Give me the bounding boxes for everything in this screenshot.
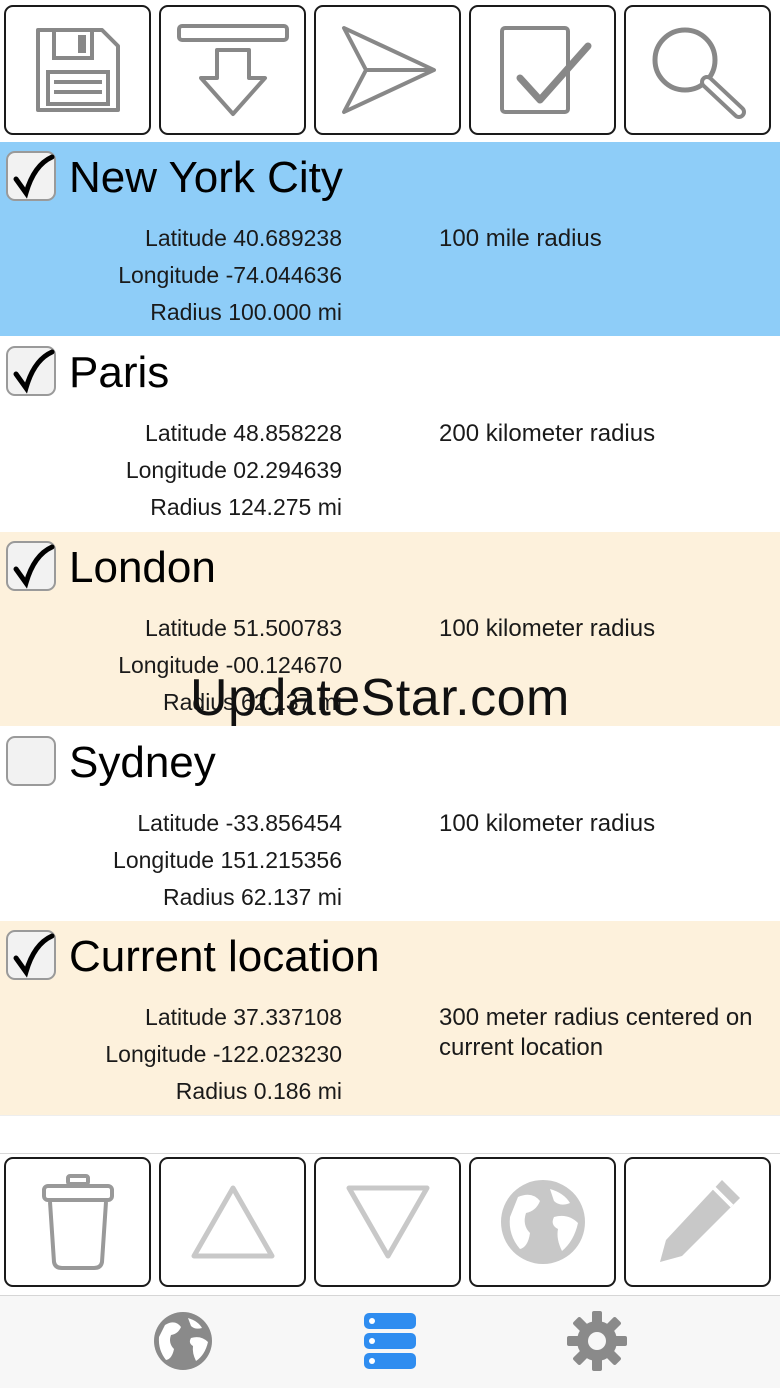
tab-map[interactable] [151, 1309, 215, 1373]
location-description: 200 kilometer radius [439, 420, 656, 447]
checkmark-icon [13, 544, 55, 589]
save-icon [35, 28, 120, 112]
latitude-text: Latitude -33.856454 [137, 810, 342, 836]
latitude-text: Latitude 40.689238 [145, 225, 342, 251]
location-name: London [69, 543, 216, 592]
tab-settings[interactable] [565, 1309, 629, 1373]
location-description: 300 meter radius centered on current loc… [439, 1004, 753, 1061]
location-row[interactable]: Sydney Latitude -33.856454 Longitude 151… [0, 727, 780, 921]
location-coords: Latitude 48.858228 Longitude 02.294639 R… [0, 415, 342, 526]
checkmark-icon [13, 154, 55, 199]
location-coords: Latitude -33.856454 Longitude 151.215356… [0, 805, 342, 916]
move-up-button[interactable] [159, 1157, 306, 1287]
radius-text: Radius 62.137 mi [163, 689, 342, 715]
checkmark-icon [13, 349, 55, 394]
location-coords: Latitude 40.689238 Longitude -74.044636 … [0, 220, 342, 331]
pencil-icon [659, 1180, 740, 1262]
send-icon [341, 26, 436, 114]
latitude-text: Latitude 51.500783 [145, 615, 342, 641]
location-description: 100 kilometer radius [439, 810, 656, 837]
row-checkbox[interactable] [6, 930, 56, 980]
checkmark-icon [13, 933, 55, 978]
tab-bar [0, 1295, 780, 1388]
top-toolbar [0, 0, 780, 140]
location-description: 100 mile radius [439, 225, 602, 252]
location-row[interactable]: New York City Latitude 40.689238 Longitu… [0, 142, 780, 336]
location-description: 100 kilometer radius [439, 615, 656, 642]
longitude-text: Longitude -00.124670 [118, 652, 342, 678]
move-up-icon [191, 1185, 274, 1259]
globe-icon [500, 1180, 585, 1264]
radius-text: Radius 0.186 mi [175, 1078, 342, 1104]
edit-button[interactable] [624, 1157, 771, 1287]
delete-button[interactable] [4, 1157, 151, 1287]
latitude-text: Latitude 48.858228 [145, 420, 342, 446]
trash-icon [41, 1174, 114, 1270]
download-icon [176, 24, 289, 116]
save-button[interactable] [4, 5, 151, 135]
location-row[interactable]: London Latitude 51.500783 Longitude -00.… [0, 532, 780, 726]
radius-text: Radius 100.000 mi [150, 299, 342, 325]
location-name: Sydney [69, 738, 216, 787]
radius-text: Radius 62.137 mi [163, 884, 342, 910]
row-checkbox[interactable] [6, 151, 56, 201]
globe-tab-icon [154, 1312, 212, 1370]
checklist-button[interactable] [469, 5, 616, 135]
location-row[interactable]: Current location Latitude 37.337108 Long… [0, 921, 780, 1115]
longitude-text: Longitude -122.023230 [105, 1041, 342, 1067]
checklist-icon [499, 26, 591, 114]
radius-text: Radius 124.275 mi [150, 494, 342, 520]
list-empty-space [0, 1115, 780, 1154]
move-down-button[interactable] [314, 1157, 461, 1287]
location-name: New York City [69, 153, 343, 202]
bottom-toolbar [0, 1153, 780, 1294]
map-button[interactable] [469, 1157, 616, 1287]
row-checkbox[interactable] [6, 736, 56, 786]
location-coords: Latitude 51.500783 Longitude -00.124670 … [0, 610, 342, 721]
move-down-icon [346, 1185, 429, 1259]
location-row[interactable]: Paris Latitude 48.858228 Longitude 02.29… [0, 337, 780, 531]
location-name: Current location [69, 932, 380, 981]
row-checkbox[interactable] [6, 346, 56, 396]
location-coords: Latitude 37.337108 Longitude -122.023230… [0, 999, 342, 1110]
search-button[interactable] [624, 5, 771, 135]
longitude-text: Longitude 02.294639 [125, 457, 342, 483]
tab-list[interactable] [358, 1309, 422, 1373]
send-button[interactable] [314, 5, 461, 135]
longitude-text: Longitude 151.215356 [113, 847, 342, 873]
search-icon [652, 27, 746, 119]
latitude-text: Latitude 37.337108 [145, 1004, 342, 1030]
row-checkbox[interactable] [6, 541, 56, 591]
longitude-text: Longitude -74.044636 [118, 262, 342, 288]
location-name: Paris [69, 348, 170, 397]
settings-tab-icon [567, 1311, 627, 1371]
list-tab-icon [364, 1313, 416, 1369]
download-button[interactable] [159, 5, 306, 135]
